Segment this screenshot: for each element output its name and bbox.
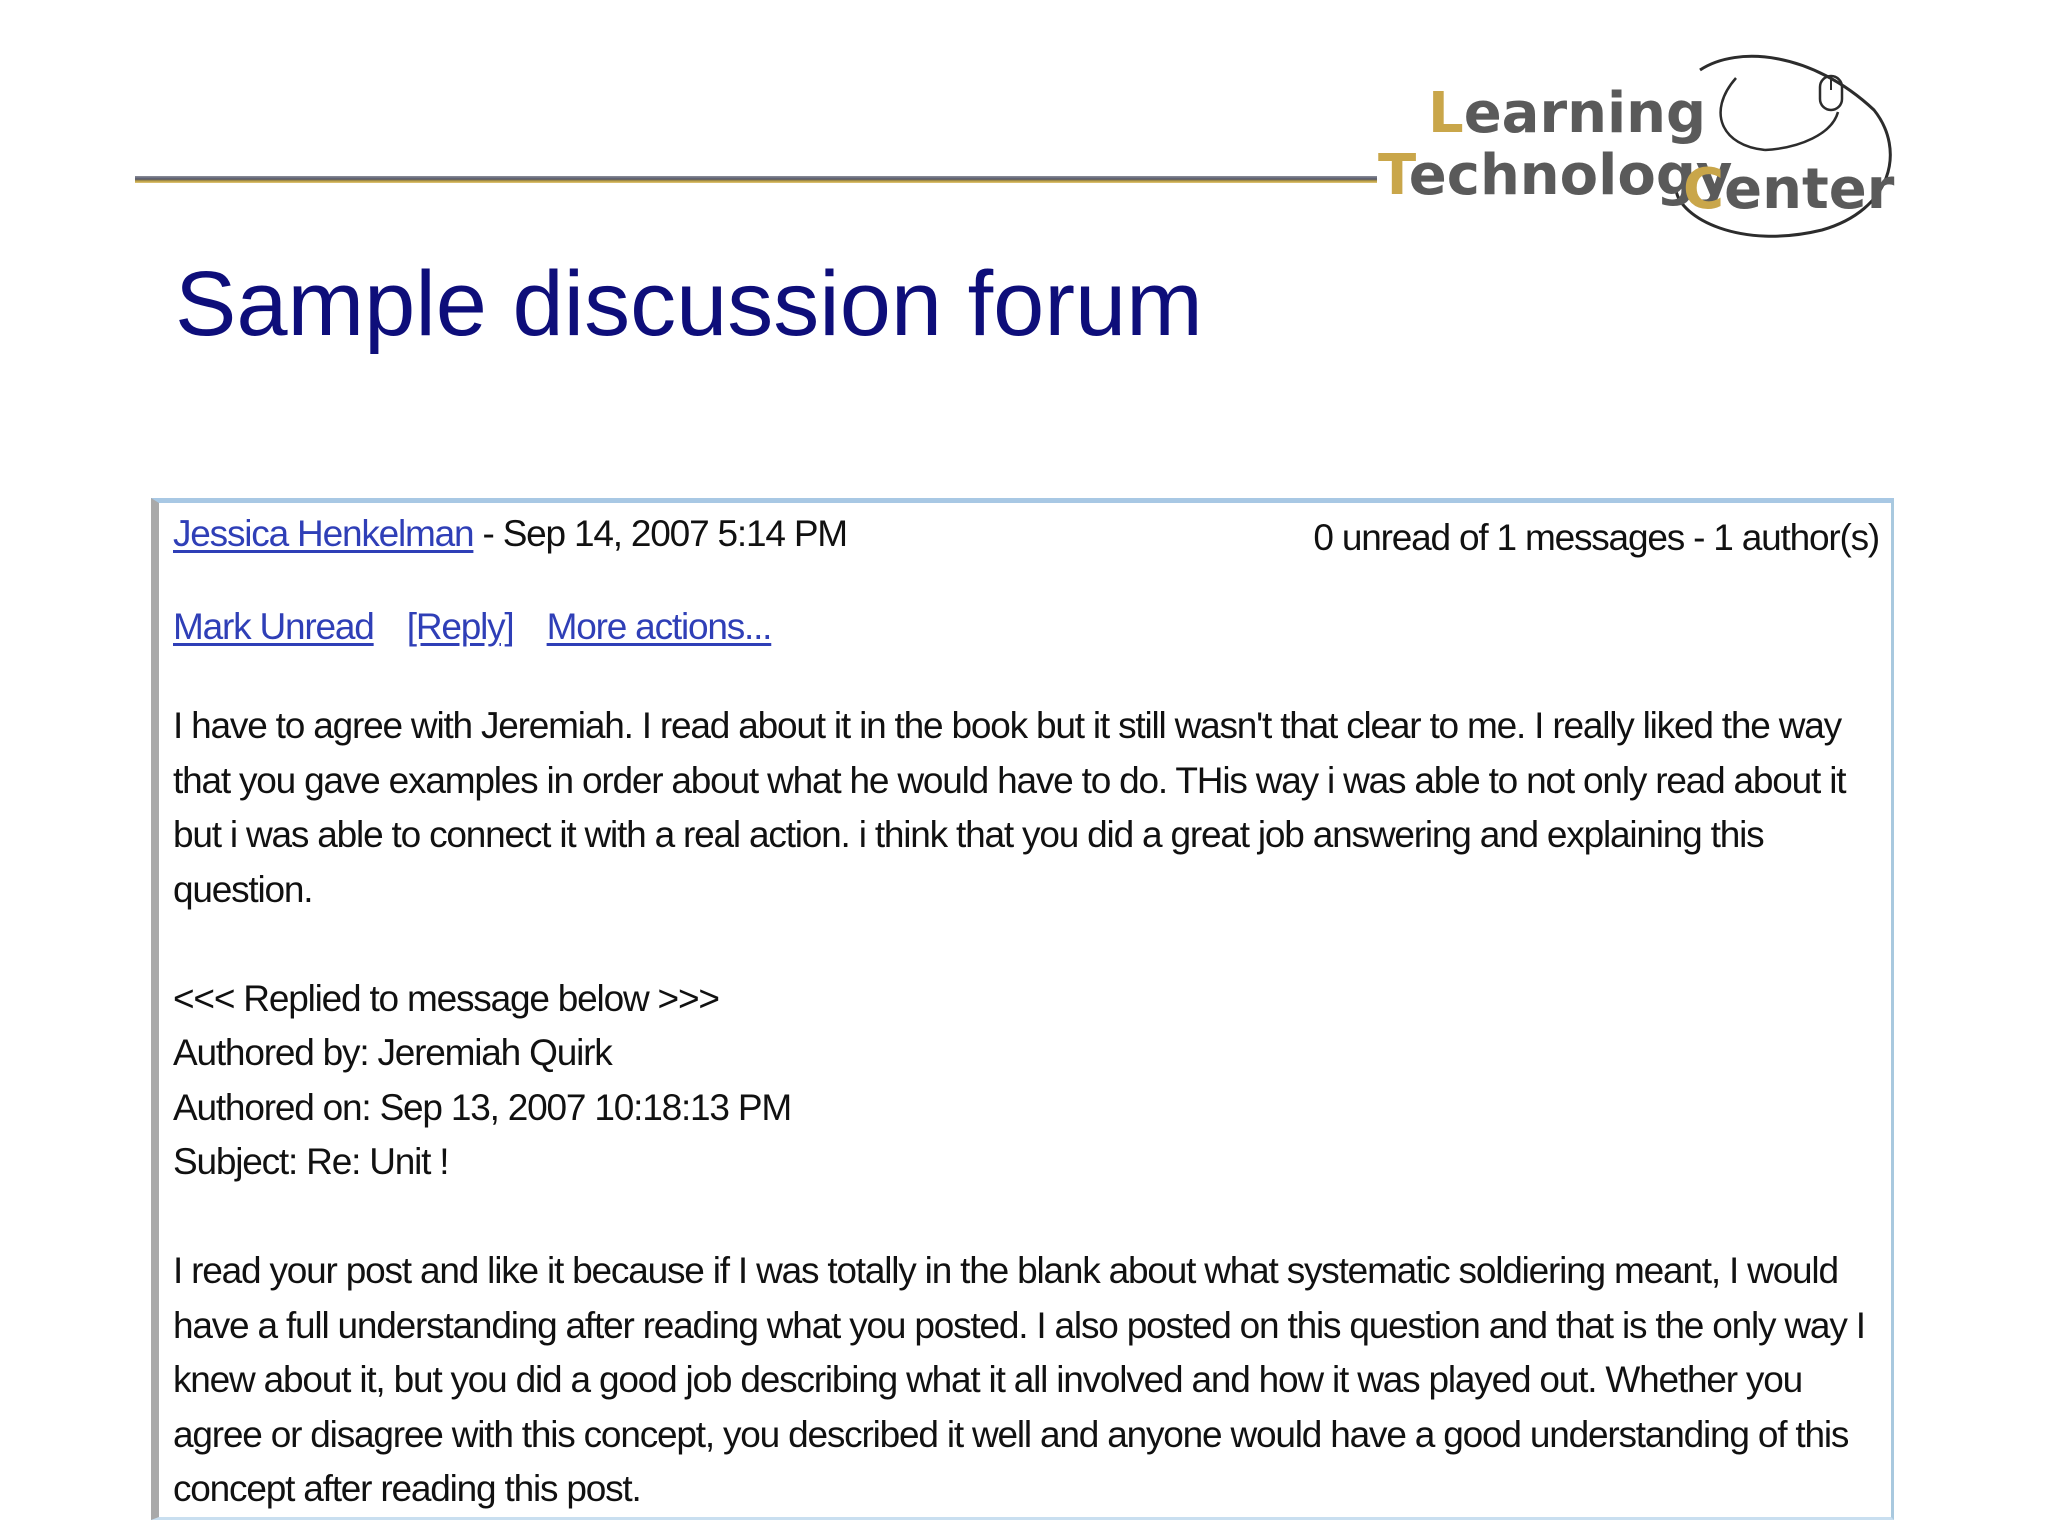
quote-date: Authored on: Sep 13, 2007 10:18:13 PM <box>173 1086 792 1128</box>
quote-author: Authored by: Jeremiah Quirk <box>173 1032 613 1073</box>
logo-line3: Center <box>1683 157 1895 222</box>
reply-link[interactable]: [Reply] <box>407 606 515 647</box>
logo-line3-initial: C <box>1683 157 1724 222</box>
learning-technology-center-logo: Learning Technology Center <box>1370 30 1900 245</box>
logo-line2: Technology <box>1378 143 1732 208</box>
post-header: Jessica Henkelman - Sep 14, 2007 5:14 PM… <box>173 513 1880 561</box>
quoted-message: I read your post and like it because if … <box>173 1250 1866 1509</box>
header-rule <box>135 176 1377 183</box>
message-count: 0 unread of 1 messages - 1 author(s) <box>1313 517 1880 558</box>
author-link[interactable]: Jessica Henkelman <box>173 513 475 554</box>
more-actions-link[interactable]: More actions... <box>547 606 773 647</box>
post-body: I have to agree with Jeremiah. I read ab… <box>173 699 1871 1517</box>
logo-initial-l: L <box>1428 81 1464 146</box>
forum-screenshot: Jessica Henkelman - Sep 14, 2007 5:14 PM… <box>151 498 1894 1520</box>
quote-marker: <<< Replied to message below >>> <box>173 977 720 1019</box>
quote-subject: Subject: Re: Unit ! <box>173 1141 450 1182</box>
slide-title: Sample discussion forum <box>175 253 1203 355</box>
logo-line3-rest: enter <box>1724 157 1895 222</box>
post-message: I have to agree with Jeremiah. I read ab… <box>173 705 1847 910</box>
author-line: Jessica Henkelman - Sep 14, 2007 5:14 PM <box>173 513 849 555</box>
post-actions: Mark Unread [Reply] More actions... <box>173 606 795 648</box>
svg-text:Learning: Learning <box>1428 81 1706 146</box>
post-date: - Sep 14, 2007 5:14 PM <box>482 513 849 554</box>
logo-line1: earning <box>1464 81 1706 146</box>
mark-unread-link[interactable]: Mark Unread <box>173 606 375 647</box>
